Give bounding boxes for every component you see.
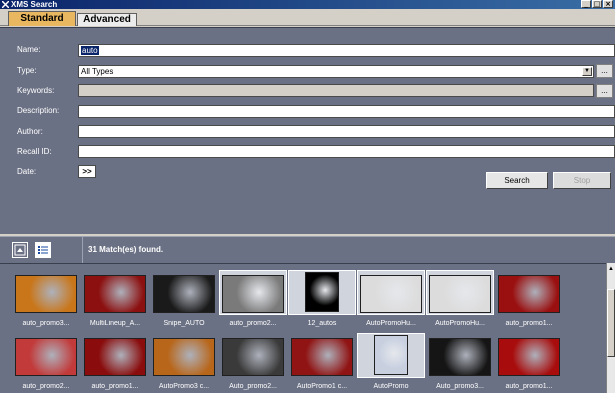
maximize-button[interactable]: □ [592,0,602,8]
stop-button[interactable]: Stop [553,172,611,189]
thumbnail-item[interactable]: auto_promo1... [495,331,563,393]
date-label: Date: [17,167,37,176]
thumbnail-item[interactable]: auto_promo3... [12,268,80,331]
thumbnail-image [222,275,284,313]
thumbnail-item[interactable]: AutoPromoHu... [426,268,494,331]
thumbnail-item[interactable]: AutoPromo3 c... [150,331,218,393]
recall-id-label: Recall ID: [17,147,52,156]
thumbnail-item[interactable]: AutoPromo1 c... [288,331,356,393]
thumbnail-image [498,275,560,313]
thumbnail-item[interactable]: 12_autos [288,268,356,331]
thumbnail-label: AutoPromoHu... [435,320,485,327]
thumbnail-label: AutoPromo3 c... [158,383,210,390]
thumbnail-image [222,338,284,376]
thumbnail-item[interactable]: Auto_promo2... [219,331,287,393]
thumbnail-label: auto_promo1... [91,383,139,390]
thumbnail-item[interactable]: Auto_promo3... [426,331,494,393]
name-field[interactable]: auto [78,44,615,57]
thumbnail-item[interactable]: auto_promo1... [81,331,149,393]
tab-advanced[interactable]: Advanced [77,13,137,26]
thumbnail-item[interactable]: auto_promo1... [495,268,563,331]
author-label: Author: [17,127,43,136]
thumbnail-item[interactable]: MultiLineup_A... [81,268,149,331]
thumbnail-label: Auto_promo2... [229,383,277,390]
description-label: Description: [17,106,60,115]
list-view-icon[interactable] [35,242,51,258]
thumbnail-image [374,335,408,375]
window-title: XMS Search [11,0,58,9]
close-button[interactable]: × [603,0,613,8]
thumbnail-label: auto_promo1... [505,383,553,390]
name-label: Name: [17,45,41,54]
minimize-button[interactable]: _ [581,0,591,8]
thumbnail-image [84,275,146,313]
thumbnail-item[interactable]: AutoPromo [357,331,425,393]
tab-strip: Standard Advanced [0,9,615,26]
thumbnail-label: AutoPromoHu... [366,320,416,327]
tab-standard[interactable]: Standard [8,11,76,26]
name-value: auto [81,46,99,55]
scrollbar-thumb[interactable] [607,289,615,357]
description-field[interactable] [78,105,615,118]
search-button[interactable]: Search [486,172,548,189]
thumbnail-label: AutoPromo1 c... [296,383,348,390]
scroll-up-arrow-icon[interactable]: ▲ [607,265,615,273]
type-value: All Types [81,67,114,76]
thumbnail-image [15,275,77,313]
thumbnail-label: auto_promo2... [22,383,70,390]
thumbnail-label: auto_promo2... [229,320,277,327]
thumbnail-label: 12_autos [307,320,337,327]
results-grid: auto_promo3... MultiLineup_A... Snipe_AUTO… [0,263,606,393]
thumbnail-view-icon[interactable] [12,242,28,258]
thumbnail-label: AutoPromo [373,383,409,390]
results-scrollbar[interactable]: ▲ [606,263,615,393]
thumbnail-image [153,338,215,376]
thumbnail-label: auto_promo3... [22,320,70,327]
keywords-label: Keywords: [17,86,55,95]
thumbnail-image [15,338,77,376]
type-label: Type: [17,66,37,75]
thumbnail-item[interactable]: AutoPromoHu... [357,268,425,331]
thumbnail-image [498,338,560,376]
thumbnail-image [291,338,353,376]
type-browse-button[interactable]: ... [596,64,613,78]
keywords-browse-button[interactable]: ... [596,84,613,98]
date-picker-button[interactable]: >> [78,165,96,178]
thumbnail-image [429,338,491,376]
keywords-field[interactable] [78,84,594,97]
chevron-down-icon[interactable]: ▼ [582,67,592,76]
thumbnail-item[interactable]: auto_promo2... [12,331,80,393]
thumbnail-label: Snipe_AUTO [163,320,205,327]
recall-id-field[interactable] [78,145,615,158]
thumbnail-image [305,272,339,312]
results-toolbar: 31 Match(es) found. [0,236,615,264]
thumbnail-label: auto_promo1... [505,320,553,327]
thumbnail-label: MultiLineup_A... [89,320,141,327]
thumbnail-item[interactable]: Snipe_AUTO [150,268,218,331]
search-form: Name: auto Type: All Types ▼ ... Keyword… [0,27,615,234]
thumbnail-image [84,338,146,376]
thumbnail-image [429,275,491,313]
toolbar-divider [82,237,83,264]
type-select[interactable]: All Types ▼ [78,65,594,78]
thumbnail-image [360,275,422,313]
author-field[interactable] [78,125,615,138]
thumbnail-label: Auto_promo3... [436,383,484,390]
thumbnail-item[interactable]: auto_promo2... [219,268,287,331]
match-count: 31 Match(es) found. [88,245,164,254]
title-bar: XMS Search _ □ × [0,0,615,9]
thumbnail-image [153,275,215,313]
app-icon [2,1,9,8]
